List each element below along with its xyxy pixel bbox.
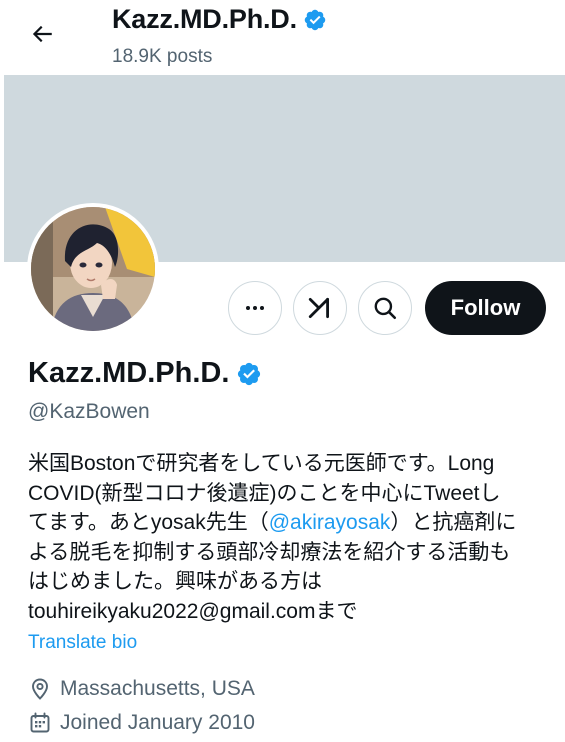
location-text: Massachusetts, USA xyxy=(60,677,255,700)
location-icon xyxy=(32,678,48,700)
profile-name-row: Kazz.MD.Ph.D. xyxy=(28,357,262,390)
location-row: Massachusetts, USA xyxy=(28,677,255,701)
bio-line: COVID(新型コロナ後遺症)のことを中心にTweetし xyxy=(28,481,501,505)
more-icon xyxy=(246,306,264,310)
back-arrow-icon xyxy=(32,25,52,43)
profile-bio: 米国Bostonで研究者をしている元医師です。Long COVID(新型コロナ後… xyxy=(28,449,553,626)
bio-text: てます。あとyosak先生（ xyxy=(28,511,269,534)
grok-icon xyxy=(308,297,329,319)
avatar[interactable] xyxy=(27,203,159,335)
grok-button[interactable] xyxy=(293,281,347,335)
search-button[interactable] xyxy=(358,281,412,335)
verified-badge-icon[interactable] xyxy=(236,361,262,387)
bio-line: はじめました。興味がある方は xyxy=(28,570,322,593)
avatar-image xyxy=(31,207,155,331)
top-bar: Kazz.MD.Ph.D. 18.9K posts xyxy=(0,0,565,75)
follow-button[interactable]: Follow xyxy=(425,281,546,335)
translate-bio-link[interactable]: Translate bio xyxy=(28,632,137,654)
search-icon xyxy=(374,297,397,320)
header-name-row: Kazz.MD.Ph.D. xyxy=(112,4,327,35)
profile-handle: @KazBowen xyxy=(28,400,150,423)
joined-row: Joined January 2010 xyxy=(28,711,255,735)
header-name: Kazz.MD.Ph.D. xyxy=(112,4,297,34)
bio-line: 米国Bostonで研究者をしている元医師です。Long xyxy=(28,452,495,475)
verified-badge-icon[interactable] xyxy=(303,8,327,32)
bio-line: よる脱毛を抑制する頭部冷却療法を紹介する活動も xyxy=(28,540,511,564)
more-button[interactable] xyxy=(228,281,282,335)
joined-text: Joined January 2010 xyxy=(60,711,255,734)
bio-line: てます。あとyosak先生（@akirayosak）と抗癌剤に xyxy=(28,508,553,538)
bio-text: ）と抗癌剤に xyxy=(390,511,517,534)
back-button[interactable] xyxy=(22,14,62,54)
profile-display-name: Kazz.MD.Ph.D. xyxy=(28,357,230,389)
bio-mention-link[interactable]: @akirayosak xyxy=(269,511,391,534)
posts-count: 18.9K posts xyxy=(112,46,213,67)
bio-line: touhireikyaku2022@gmail.comまで xyxy=(28,599,358,623)
calendar-icon xyxy=(30,712,50,733)
